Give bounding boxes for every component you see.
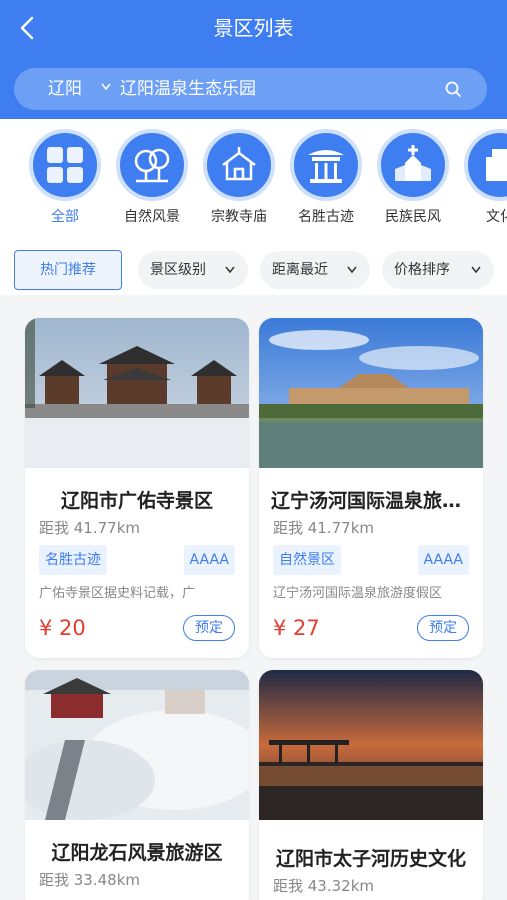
scenic-card[interactable]: 辽阳龙石风景旅游区 距我 33.48km bbox=[25, 670, 249, 900]
page-title: 景区列表 bbox=[213, 16, 294, 40]
scenic-photo bbox=[25, 318, 249, 468]
category-label: 文化 bbox=[486, 209, 507, 225]
scenic-distance: 距我 41.77km bbox=[273, 519, 375, 537]
scenic-description: 广佑寺景区据史料记载，广 bbox=[39, 586, 196, 601]
category-label: 民族民风 bbox=[385, 209, 441, 225]
filter-level[interactable]: 景区级别 bbox=[138, 251, 248, 289]
scenic-type-tag: 自然景区 bbox=[273, 545, 341, 575]
search-icon[interactable] bbox=[444, 80, 462, 98]
scenic-type-tag: 名胜古迹 bbox=[39, 545, 107, 575]
city-selector[interactable]: 辽阳 bbox=[48, 77, 82, 101]
chevron-down-icon bbox=[347, 266, 357, 274]
scenic-card[interactable]: 辽宁汤河国际温泉旅游度假区 距我 41.77km 自然景区 AAAA 辽宁汤河国… bbox=[259, 318, 483, 658]
scenic-photo bbox=[25, 670, 249, 820]
scenic-level-badge: AAAA bbox=[417, 545, 469, 575]
scenic-name: 辽宁汤河国际温泉旅游度假区 bbox=[271, 490, 483, 512]
category-label: 全部 bbox=[51, 209, 79, 225]
scenic-level-badge: AAAA bbox=[183, 545, 235, 575]
scenic-name: 辽阳市太子河历史文化 bbox=[275, 848, 466, 870]
scenic-name: 辽阳龙石风景旅游区 bbox=[51, 842, 223, 864]
scenic-distance: 距我 43.32km bbox=[273, 877, 375, 895]
scenic-card[interactable]: 辽阳市太子河历史文化 距我 43.32km bbox=[259, 670, 483, 900]
category-label: 宗教寺庙 bbox=[211, 209, 267, 225]
book-button[interactable]: 预定 bbox=[417, 615, 469, 641]
filter-bar: 热门推荐 景区级别 距离最近 价格排序 bbox=[0, 239, 507, 295]
chevron-down-icon bbox=[225, 266, 235, 274]
scenic-photo bbox=[259, 318, 483, 468]
chevron-down-icon bbox=[101, 83, 111, 91]
temple-icon bbox=[222, 147, 256, 181]
chevron-down-icon bbox=[471, 266, 481, 274]
category-label: 名胜古迹 bbox=[298, 209, 354, 225]
top-bar: 景区列表 辽阳 辽阳温泉生态乐园 bbox=[0, 0, 507, 119]
search-input[interactable]: 辽阳温泉生态乐园 bbox=[120, 77, 256, 101]
filter-distance[interactable]: 距离最近 bbox=[260, 251, 370, 289]
scenic-photo bbox=[259, 670, 483, 820]
scenic-distance: 距我 33.48km bbox=[39, 871, 141, 889]
search-bar[interactable]: 辽阳 辽阳温泉生态乐园 bbox=[14, 68, 487, 110]
book-button[interactable]: 预定 bbox=[183, 615, 235, 641]
building-icon bbox=[486, 149, 507, 181]
scenic-distance: 距我 41.77km bbox=[39, 519, 141, 537]
category-row: 全部 自然风景 宗教寺庙 名胜古迹 民族民风 文化 bbox=[0, 119, 507, 239]
filter-price[interactable]: 价格排序 bbox=[382, 251, 494, 289]
scenic-price: ¥ 27 bbox=[273, 616, 320, 640]
grid-icon bbox=[47, 147, 83, 183]
scenic-name: 辽阳市广佑寺景区 bbox=[60, 490, 213, 512]
pavilion-icon bbox=[308, 150, 344, 183]
scenic-description: 辽宁汤河国际温泉旅游度假区 bbox=[273, 586, 443, 601]
filter-hot[interactable]: 热门推荐 bbox=[14, 250, 122, 290]
scenic-price: ¥ 20 bbox=[39, 616, 86, 640]
church-icon bbox=[395, 145, 431, 181]
scenic-card[interactable]: 辽阳市广佑寺景区 距我 41.77km 名胜古迹 AAAA 广佑寺景区据史料记载… bbox=[25, 318, 249, 658]
tree-icon bbox=[134, 148, 170, 183]
category-label: 自然风景 bbox=[124, 209, 180, 225]
